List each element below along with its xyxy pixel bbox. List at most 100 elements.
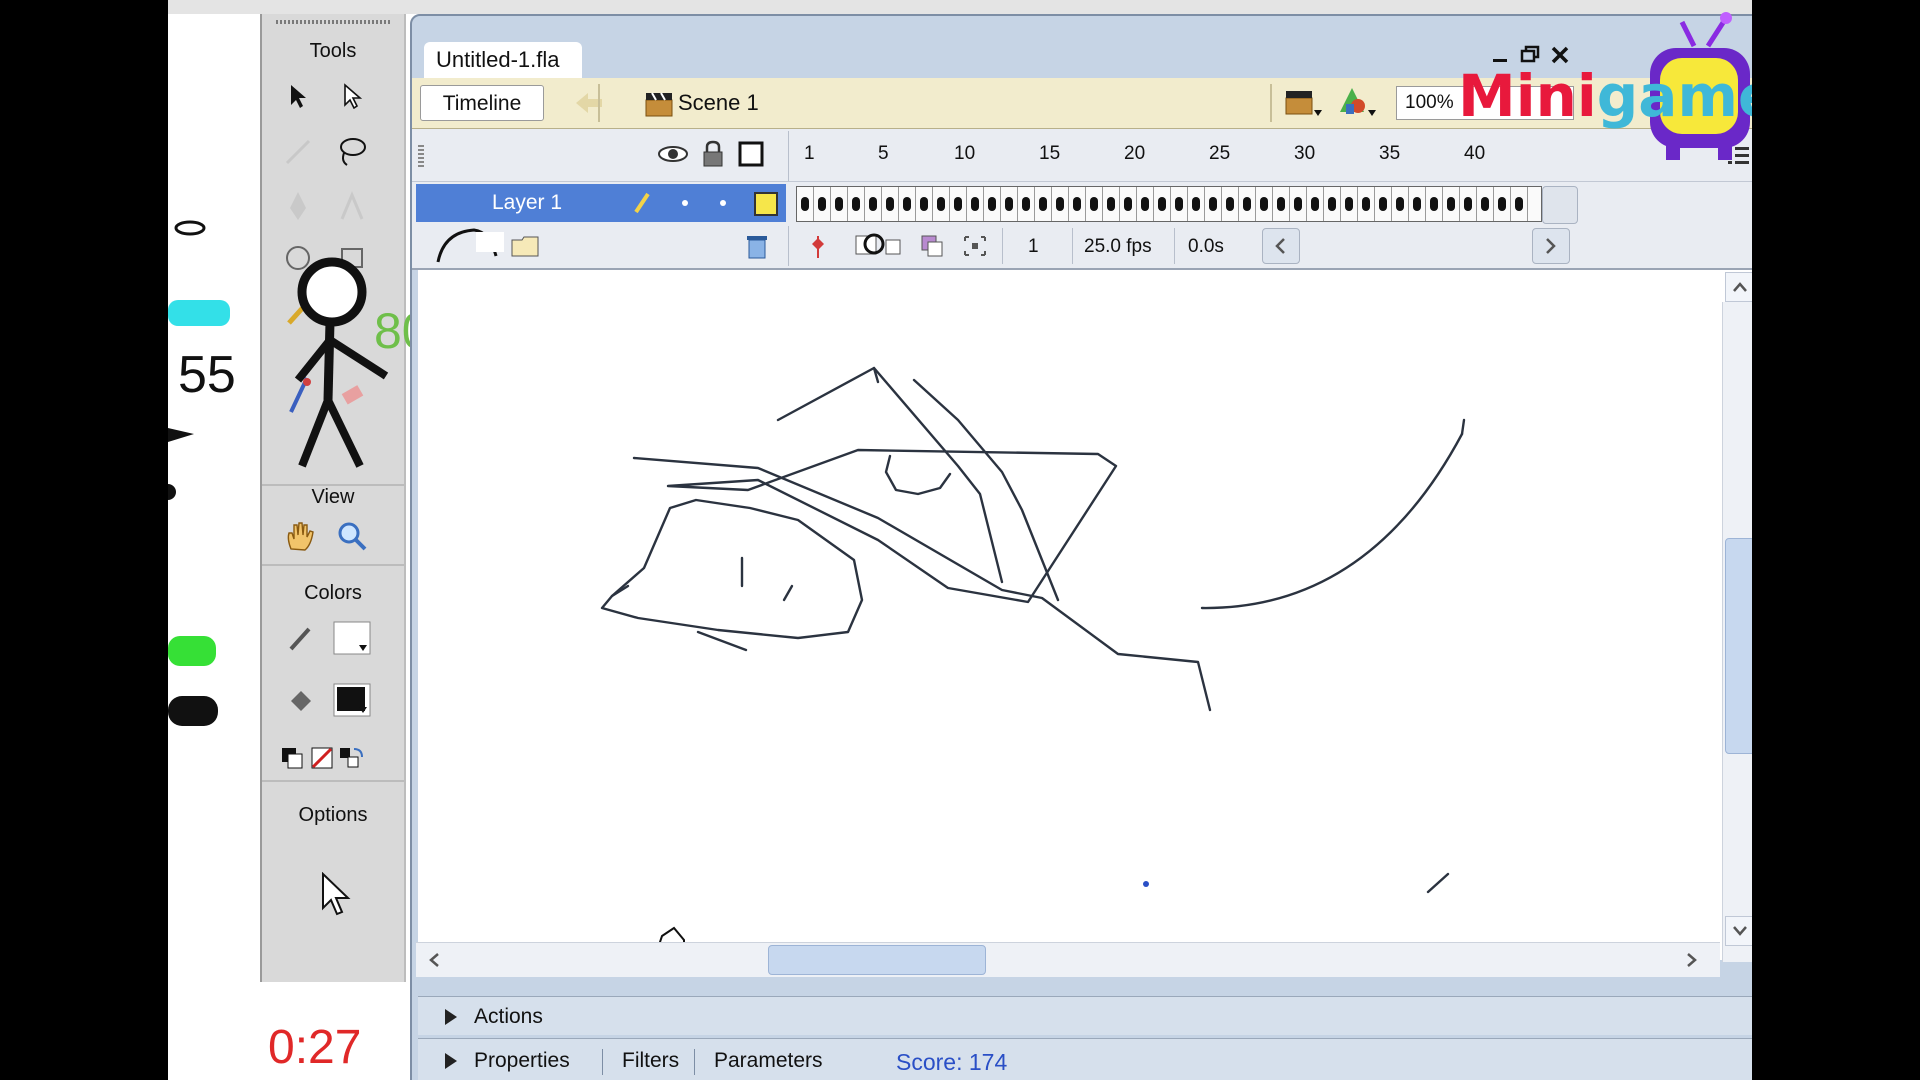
pen-tool-icon[interactable]	[278, 186, 318, 226]
frame-cell[interactable]	[1392, 187, 1409, 221]
actions-panel-bar[interactable]: Actions	[418, 996, 1752, 1035]
frame-cell[interactable]	[1460, 187, 1477, 221]
scroll-up-button[interactable]	[1725, 272, 1752, 302]
frame-cell[interactable]	[967, 187, 984, 221]
center-frame-icon[interactable]	[808, 234, 828, 265]
onion-skin-icon[interactable]	[852, 230, 908, 265]
edit-multiple-frames-icon[interactable]	[960, 232, 990, 265]
expand-triangle-icon[interactable]	[442, 1051, 460, 1076]
scroll-down-button[interactable]	[1725, 916, 1752, 946]
frame-cell[interactable]	[1052, 187, 1069, 221]
frame-cell[interactable]	[882, 187, 899, 221]
frame-cell[interactable]	[831, 187, 848, 221]
timeline-vscroll[interactable]	[1542, 186, 1578, 224]
stage-vertical-scrollbar[interactable]	[1722, 272, 1752, 962]
zoom-tool-icon[interactable]	[332, 516, 372, 556]
scroll-left-arrow[interactable]	[420, 946, 448, 974]
line-tool-icon[interactable]	[278, 132, 318, 172]
frame-cell[interactable]	[1256, 187, 1273, 221]
selection-tool-icon[interactable]	[278, 76, 318, 116]
add-folder-icon[interactable]	[510, 232, 542, 265]
delete-layer-icon[interactable]	[744, 232, 770, 265]
expand-triangle-icon[interactable]	[442, 1007, 460, 1032]
layer-name: Layer 1	[492, 191, 563, 214]
keyframe-dot	[1379, 197, 1387, 211]
layer-lock-dot[interactable]	[720, 200, 726, 206]
properties-tab[interactable]: Properties	[474, 1049, 570, 1073]
onion-outlines-icon[interactable]	[918, 232, 948, 265]
parameters-tab[interactable]: Parameters	[714, 1049, 823, 1073]
frame-cell[interactable]	[1477, 187, 1494, 221]
fill-color-swatch[interactable]	[332, 680, 372, 720]
frame-cell[interactable]	[848, 187, 865, 221]
frame-cell[interactable]	[899, 187, 916, 221]
subselection-tool-icon[interactable]	[332, 76, 372, 116]
frames-strip[interactable]	[796, 186, 1542, 222]
scroll-left-button[interactable]	[1262, 228, 1300, 264]
frame-cell[interactable]	[1137, 187, 1154, 221]
frame-cell[interactable]	[1120, 187, 1137, 221]
scroll-right-arrow[interactable]	[1678, 946, 1706, 974]
vertical-scroll-thumb[interactable]	[1725, 538, 1752, 754]
frame-cell[interactable]	[1103, 187, 1120, 221]
document-tab[interactable]: Untitled-1.fla	[424, 42, 582, 78]
frame-cell[interactable]	[1324, 187, 1341, 221]
frame-cell[interactable]	[1511, 187, 1528, 221]
lock-icon[interactable]	[700, 139, 726, 174]
frame-cell[interactable]	[1154, 187, 1171, 221]
frame-cell[interactable]	[1001, 187, 1018, 221]
layer-visible-dot[interactable]	[682, 200, 688, 206]
frame-cell[interactable]	[1222, 187, 1239, 221]
frame-cell[interactable]	[1239, 187, 1256, 221]
eye-icon[interactable]	[656, 141, 690, 172]
frame-cell[interactable]	[1273, 187, 1290, 221]
frame-cell[interactable]	[865, 187, 882, 221]
back-arrow-icon[interactable]	[572, 90, 606, 121]
frame-cell[interactable]	[1086, 187, 1103, 221]
frame-cell[interactable]	[950, 187, 967, 221]
frame-cell[interactable]	[1290, 187, 1307, 221]
timeline-grip[interactable]	[418, 143, 424, 167]
frame-cell[interactable]	[1205, 187, 1222, 221]
frame-cell[interactable]	[1188, 187, 1205, 221]
frame-cell[interactable]	[933, 187, 950, 221]
stage-canvas[interactable]	[418, 270, 1752, 960]
frame-cell[interactable]	[1409, 187, 1426, 221]
frame-cell[interactable]	[1307, 187, 1324, 221]
layer-outline-color[interactable]	[754, 192, 778, 216]
frame-cell[interactable]	[797, 187, 814, 221]
frame-cell[interactable]	[814, 187, 831, 221]
stage-horizontal-scrollbar[interactable]	[416, 942, 1720, 977]
frame-cell[interactable]	[1069, 187, 1086, 221]
frame-cell[interactable]	[1035, 187, 1052, 221]
frame-cell[interactable]	[1426, 187, 1443, 221]
stroke-color-swatch[interactable]	[332, 618, 372, 658]
hand-tool-icon[interactable]	[280, 516, 320, 556]
frame-cell[interactable]	[916, 187, 933, 221]
frame-cell[interactable]	[1341, 187, 1358, 221]
fill-color-icon[interactable]	[280, 680, 320, 720]
lasso-tool-icon[interactable]	[332, 132, 372, 172]
layer-row[interactable]: Layer 1	[412, 182, 1752, 224]
panel-grip[interactable]	[276, 20, 390, 24]
edit-scene-icon[interactable]	[1284, 88, 1324, 123]
properties-panel-bar[interactable]: Properties Filters Parameters Score: 174	[418, 1038, 1752, 1080]
frame-cell[interactable]	[1171, 187, 1188, 221]
swap-colors-icon[interactable]	[332, 738, 372, 778]
scroll-right-button[interactable]	[1532, 228, 1570, 264]
outline-icon[interactable]	[738, 141, 764, 172]
timeline-button[interactable]: Timeline	[420, 85, 544, 121]
edit-symbols-icon[interactable]	[1338, 86, 1378, 125]
filters-tab[interactable]: Filters	[622, 1049, 679, 1073]
frame-cell[interactable]	[1375, 187, 1392, 221]
frame-cell[interactable]	[1494, 187, 1511, 221]
frame-cell[interactable]	[1018, 187, 1035, 221]
text-tool-icon[interactable]	[332, 186, 372, 226]
stroke-color-icon[interactable]	[280, 618, 320, 658]
frame-cell[interactable]	[1443, 187, 1460, 221]
frame-cell[interactable]	[984, 187, 1001, 221]
horizontal-scroll-thumb[interactable]	[768, 945, 986, 975]
layer-highlight[interactable]: Layer 1	[416, 184, 786, 222]
frame-rate[interactable]: 25.0 fps	[1084, 236, 1152, 258]
frame-cell[interactable]	[1358, 187, 1375, 221]
